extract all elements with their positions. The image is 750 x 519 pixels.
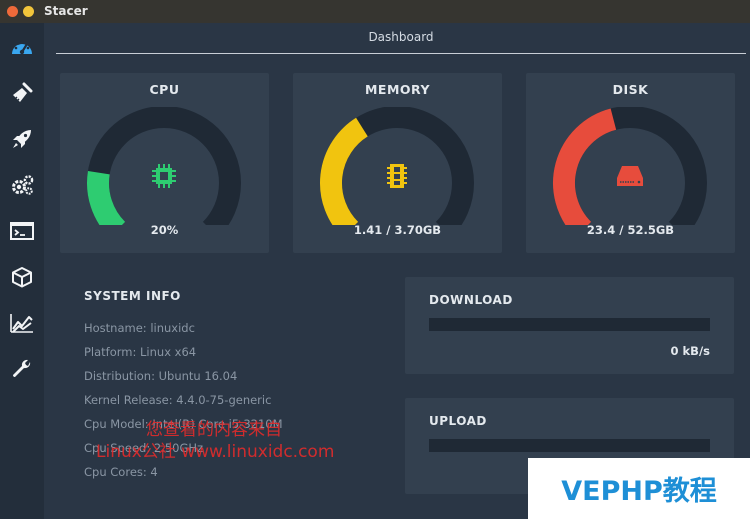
download-rate: 0 kB/s: [670, 344, 710, 358]
close-window-button[interactable]: [7, 6, 18, 17]
gears-icon: [12, 175, 34, 195]
system-info-hostname: Hostname: linuxidc: [84, 321, 195, 335]
download-progress-bar: [429, 318, 710, 331]
sidebar-item-startup-apps[interactable]: [0, 117, 44, 161]
system-info-cpu-cores: Cpu Cores: 4: [84, 465, 158, 479]
rocket-icon: [13, 130, 31, 148]
window-title: Stacer: [44, 4, 88, 18]
window-titlebar: Stacer: [0, 0, 750, 23]
system-info-title: SYSTEM INFO: [84, 289, 181, 303]
gauge-value: 23.4 / 52.5GB: [586, 223, 675, 237]
upload-title: UPLOAD: [429, 414, 487, 428]
sidebar-item-resources[interactable]: [0, 301, 44, 345]
line-chart-icon: [10, 314, 33, 333]
memory-gauge-card: MEMORY 1.41 / 3.70GB: [293, 73, 502, 253]
cpu-gauge-card: CPU 20%: [60, 73, 269, 253]
speedometer-icon: [12, 40, 32, 55]
sidebar-item-processes[interactable]: [0, 209, 44, 253]
gauge-fill: [87, 170, 126, 225]
hard-disk-icon: [614, 162, 646, 190]
upload-progress-bar: [429, 439, 710, 452]
sidebar: [0, 23, 44, 519]
sidebar-item-dashboard[interactable]: [0, 25, 44, 69]
sidebar-item-services[interactable]: [0, 163, 44, 207]
gauge-title: CPU: [149, 82, 180, 97]
gauge-value: 1.41 / 3.70GB: [353, 223, 442, 237]
wrench-icon: [12, 359, 31, 378]
watermark-line2: Linux公社 www.linuxidc.com: [96, 442, 335, 462]
gauge-title: DISK: [612, 82, 649, 97]
download-title: DOWNLOAD: [429, 293, 513, 307]
terminal-icon: [10, 222, 34, 240]
disk-gauge-card: DISK 23.4 / 52.5GB: [526, 73, 735, 253]
sidebar-item-settings[interactable]: [0, 347, 44, 391]
gauge-fill: [553, 108, 617, 225]
system-info-platform: Platform: Linux x64: [84, 345, 197, 359]
page-header: Dashboard: [56, 23, 746, 54]
brand-watermark: VEPHP教程: [528, 458, 750, 519]
download-card: DOWNLOAD 0 kB/s: [405, 277, 734, 374]
sidebar-item-uninstaller[interactable]: [0, 255, 44, 299]
sidebar-item-system-cleaner[interactable]: [0, 71, 44, 115]
memory-stick-icon: [381, 162, 413, 190]
system-info-distribution: Distribution: Ubuntu 16.04: [84, 369, 238, 383]
broom-icon: [13, 82, 33, 102]
system-info-kernel: Kernel Release: 4.4.0-75-generic: [84, 393, 272, 407]
gauge-value: 20%: [150, 223, 179, 237]
gauge-title: MEMORY: [364, 82, 431, 97]
package-box-icon: [12, 267, 32, 288]
page-title: Dashboard: [368, 30, 434, 44]
cpu-chip-icon: [148, 162, 180, 190]
gauge-fill: [320, 117, 369, 225]
minimize-window-button[interactable]: [23, 6, 34, 17]
